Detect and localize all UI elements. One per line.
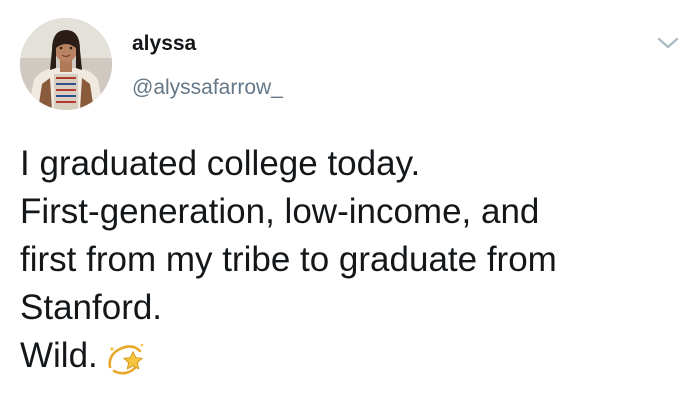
tweet-line: first from my tribe to graduate from bbox=[20, 240, 557, 279]
avatar[interactable] bbox=[20, 18, 112, 110]
tweet-last-line: Wild. bbox=[20, 332, 680, 380]
tweet-line: I graduated college today. bbox=[20, 144, 421, 183]
chevron-down-icon[interactable] bbox=[655, 34, 681, 52]
display-name[interactable]: alyssa bbox=[132, 31, 196, 57]
dizzy-star-icon bbox=[104, 337, 146, 379]
tweet-text: I graduated college today. First-generat… bbox=[20, 140, 680, 380]
user-handle[interactable]: @alyssafarrow_ bbox=[132, 75, 283, 101]
profile-photo-icon bbox=[20, 18, 112, 110]
tweet-line: First-generation, low-income, and bbox=[20, 192, 540, 231]
tweet-line: Stanford. bbox=[20, 288, 163, 327]
tweet-line: Wild. bbox=[20, 336, 98, 375]
tweet-card: alyssa @alyssafarrow_ I graduated colleg… bbox=[0, 0, 700, 403]
